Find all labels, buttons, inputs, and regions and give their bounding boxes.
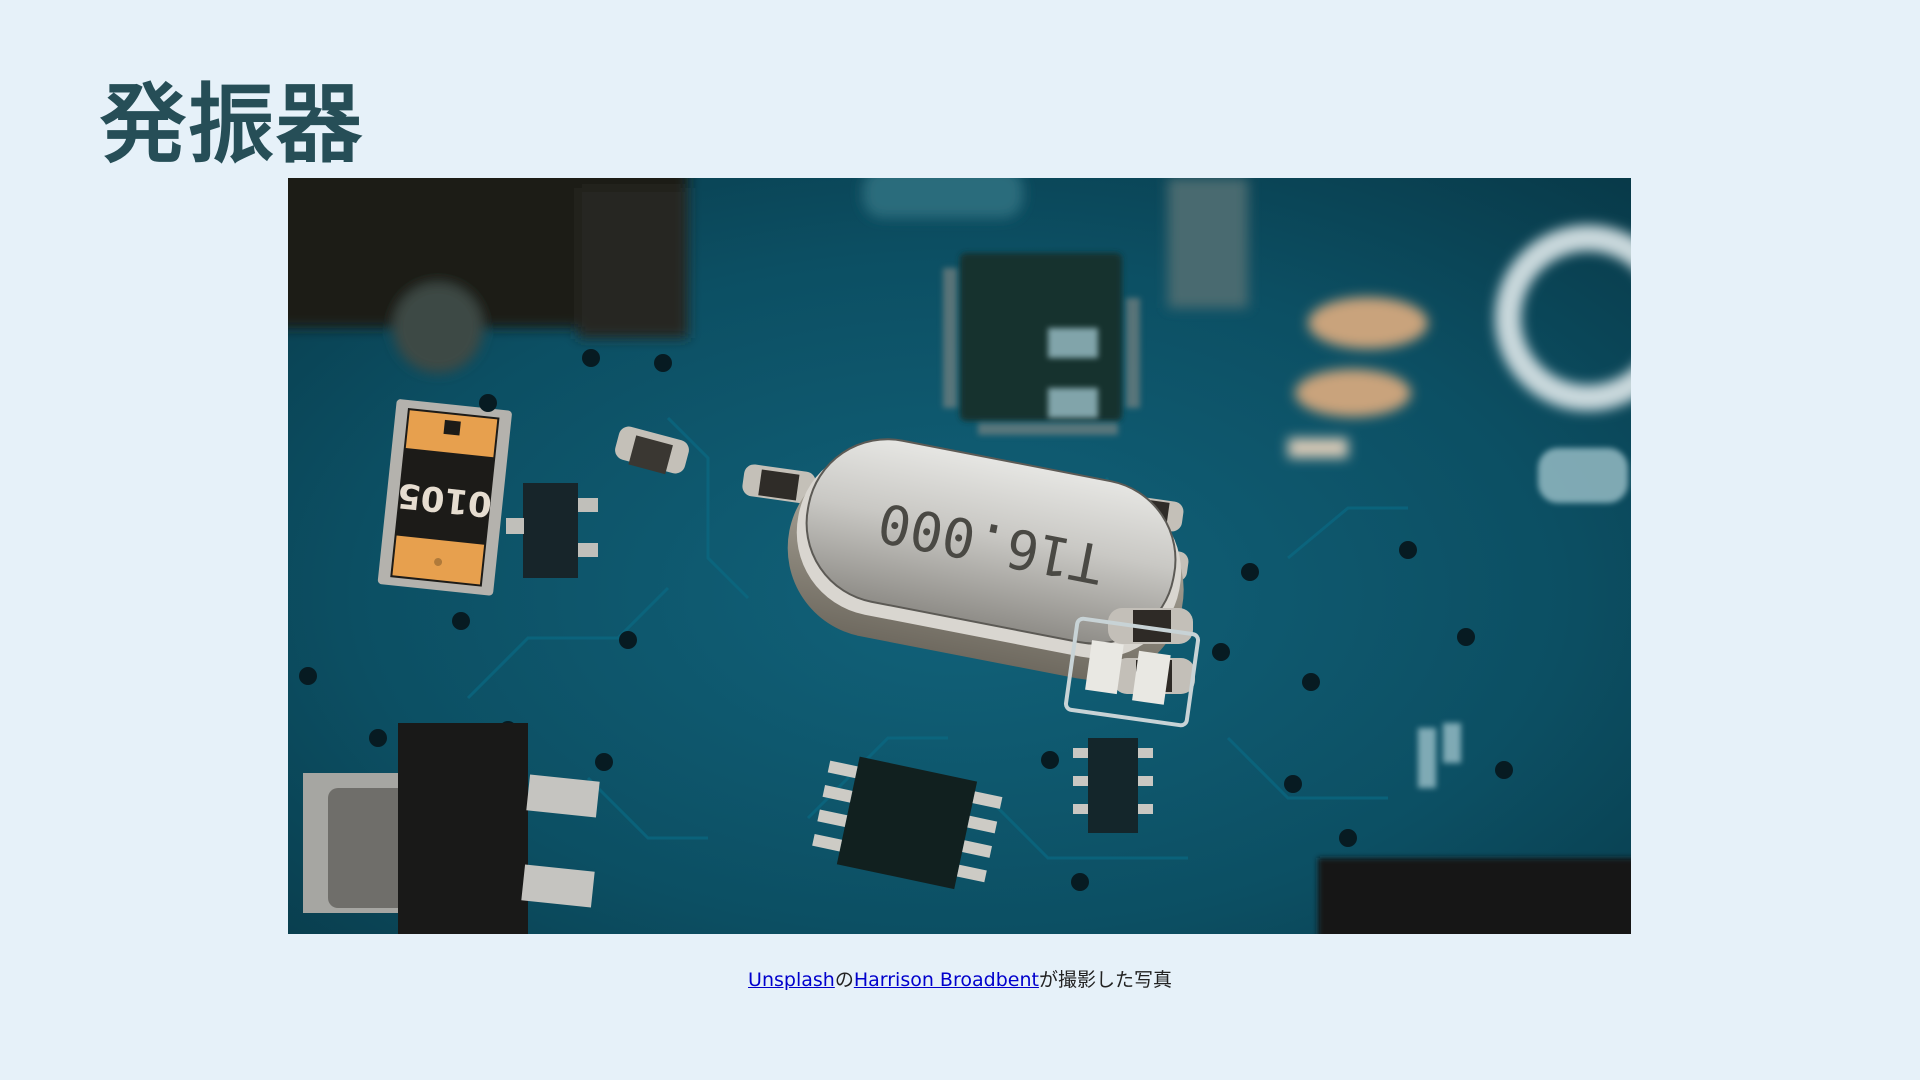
slide: 発振器 0105 T16.000 UnsplashのHarrison Broad… — [0, 0, 1920, 1080]
circuit-board-photo: 0105 T16.000 — [288, 178, 1631, 934]
unsplash-link[interactable]: Unsplash — [748, 969, 835, 991]
fuse-chip: 0105 — [377, 399, 512, 596]
photographer-link[interactable]: Harrison Broadbent — [854, 969, 1039, 991]
caption-suffix: が撮影した写真 — [1038, 969, 1172, 991]
slide-title: 発振器 — [100, 75, 364, 175]
caption-connector: の — [834, 969, 854, 991]
photo-credit: UnsplashのHarrison Broadbentが撮影した写真 — [0, 965, 1920, 992]
bottom-right-component — [1318, 858, 1631, 934]
